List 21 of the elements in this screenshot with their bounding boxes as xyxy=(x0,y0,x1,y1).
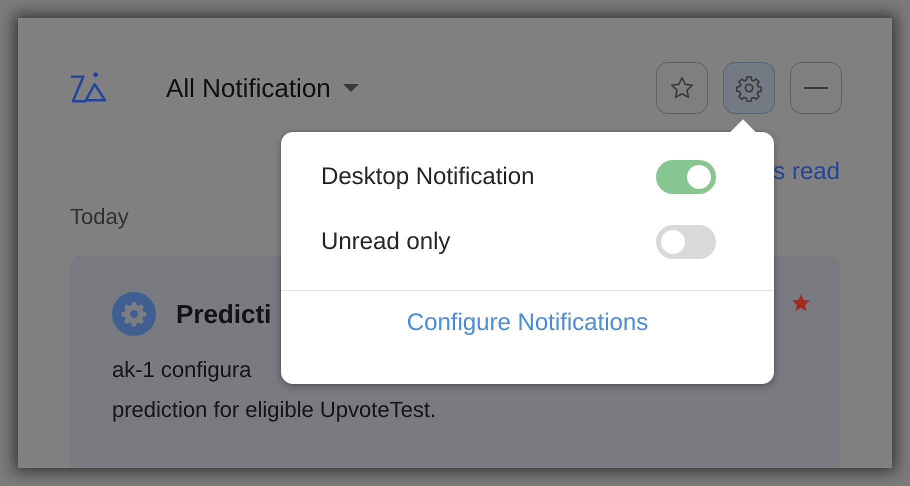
mark-read-link[interactable]: s read xyxy=(773,158,840,188)
star-icon[interactable] xyxy=(790,292,812,314)
option-label: Desktop Notification xyxy=(321,163,534,191)
logo-icon xyxy=(70,71,108,105)
minus-icon xyxy=(802,87,830,89)
toggle-switch[interactable] xyxy=(656,160,716,194)
section-heading: Today xyxy=(70,204,130,230)
settings-button[interactable] xyxy=(723,62,775,114)
notification-title: Predicti xyxy=(176,298,272,330)
gear-icon xyxy=(112,292,156,336)
notification-text: prediction for eligible UpvoteTest. xyxy=(112,396,436,424)
notification-text: ak-1 configura xyxy=(112,356,252,384)
configure-notifications-link[interactable]: Configure Notifications xyxy=(406,309,648,337)
favorites-button[interactable] xyxy=(656,62,708,114)
minimize-button[interactable] xyxy=(790,62,842,114)
caret-icon xyxy=(342,84,359,92)
settings-icon xyxy=(735,74,763,102)
option-label: Unread only xyxy=(321,228,450,256)
toggle-switch[interactable] xyxy=(656,225,716,259)
star-icon xyxy=(669,75,695,101)
notification-filter-dropdown[interactable]: All Notification xyxy=(166,72,359,104)
